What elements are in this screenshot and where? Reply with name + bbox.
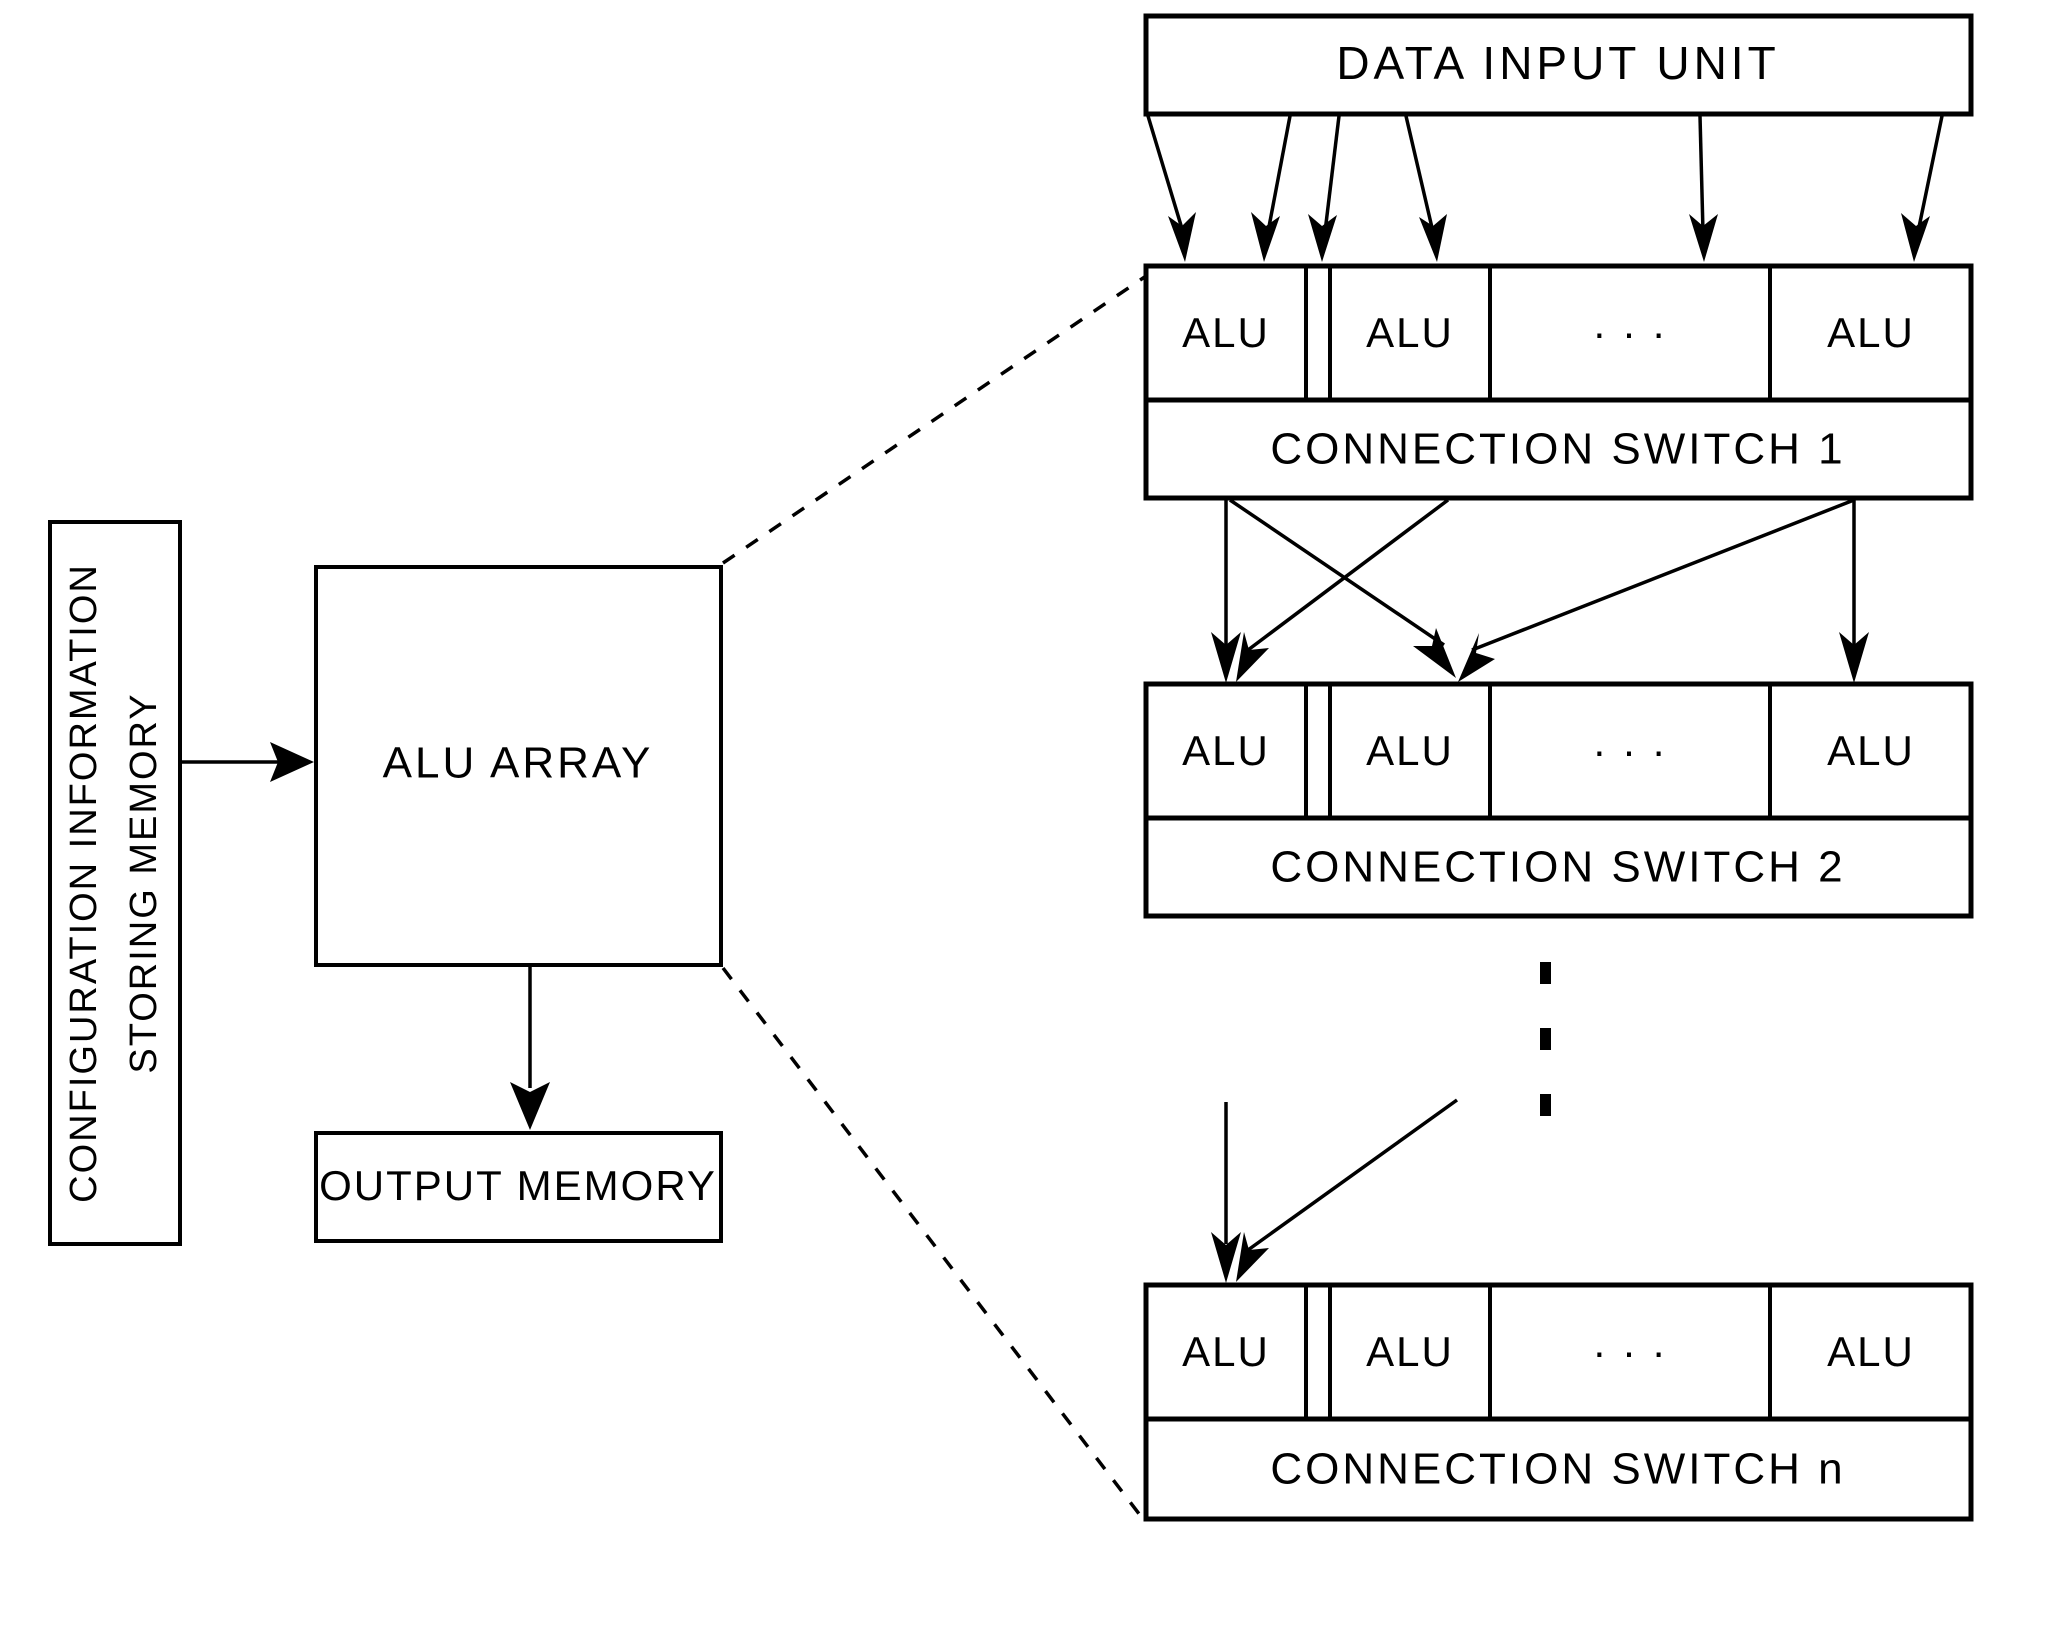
alu-row-1-cell-3: ALU	[1827, 309, 1915, 356]
diagram-canvas: CONFIGURATION INFORMATION STORING MEMORY…	[0, 0, 2054, 1627]
alu-row-n-ellipsis: · · ·	[1592, 1328, 1667, 1375]
data-input-unit-label: DATA INPUT UNIT	[1336, 37, 1779, 89]
alu-row-1-cell-1: ALU	[1182, 309, 1270, 356]
alu-array-label: ALU ARRAY	[383, 739, 654, 788]
alu-row-1-cell-2: ALU	[1366, 309, 1454, 356]
arrow-config-to-alu-array	[182, 742, 314, 782]
vertical-ellipsis	[1540, 962, 1551, 1116]
alu-row-2-cell-3: ALU	[1827, 727, 1915, 774]
config-memory-block: CONFIGURATION INFORMATION STORING MEMORY	[48, 520, 182, 1246]
connection-switch-2-label: CONNECTION SWITCH 2	[1270, 843, 1845, 892]
crossing-lines-stage-1-to-2	[1211, 498, 1869, 683]
callout-line-top	[722, 274, 1147, 565]
connection-switch-n-label: CONNECTION SWITCH n	[1270, 1445, 1845, 1494]
data-input-unit-block: DATA INPUT UNIT	[1143, 13, 1974, 117]
alu-row-1-ellipsis: · · ·	[1592, 309, 1667, 356]
vertical-ellipsis-dot-2	[1540, 1028, 1551, 1050]
lines-into-stage-n	[1211, 1098, 1459, 1283]
config-memory-label-line2: STORING MEMORY	[123, 692, 165, 1073]
stage-n: ALU ALU · · · ALU CONNECTION SWITCH n	[1143, 1282, 1974, 1522]
callout-lines	[721, 274, 1148, 1525]
alu-row-2-cell-1: ALU	[1182, 727, 1270, 774]
data-input-arrows	[1146, 115, 1944, 262]
alu-row-n-cell-3: ALU	[1827, 1328, 1915, 1375]
stage-2: ALU ALU · · · ALU CONNECTION SWITCH 2	[1143, 681, 1974, 919]
alu-row-2-cell-2: ALU	[1366, 727, 1454, 774]
config-memory-label-line1: CONFIGURATION INFORMATION	[63, 563, 105, 1203]
arrow-alu-array-to-output-memory	[510, 967, 550, 1130]
alu-row-n-cell-2: ALU	[1366, 1328, 1454, 1375]
vertical-ellipsis-dot-1	[1540, 962, 1551, 984]
connection-switch-1-label: CONNECTION SWITCH 1	[1270, 425, 1845, 474]
stage-1: ALU ALU · · · ALU CONNECTION SWITCH 1	[1143, 263, 1974, 501]
output-memory-block: OUTPUT MEMORY	[314, 1131, 723, 1243]
block-diagram: CONFIGURATION INFORMATION STORING MEMORY…	[48, 13, 1974, 1525]
alu-array-block: ALU ARRAY	[314, 565, 723, 967]
callout-line-bottom	[721, 966, 1148, 1525]
output-memory-label: OUTPUT MEMORY	[319, 1162, 717, 1209]
alu-row-2-ellipsis: · · ·	[1592, 727, 1667, 774]
vertical-ellipsis-dot-3	[1540, 1094, 1551, 1116]
alu-row-n-cell-1: ALU	[1182, 1328, 1270, 1375]
